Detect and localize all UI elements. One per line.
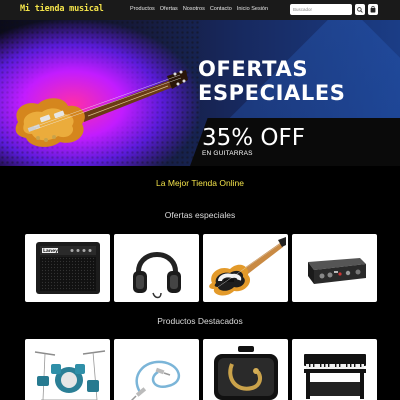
discount-subtext: EN GUITARRAS: [202, 150, 253, 157]
product-card-saxophone[interactable]: [203, 339, 288, 400]
product-card-drum-kit[interactable]: [25, 339, 110, 400]
discount-text: 35% OFF: [202, 125, 305, 151]
guitar-amplifier-icon: Laney: [35, 242, 100, 294]
digital-piano-icon: [303, 354, 366, 399]
electric-bass-icon: [208, 237, 286, 296]
instrument-cable-icon: [130, 360, 180, 400]
cart-button[interactable]: [368, 4, 378, 15]
product-card-audio-interface[interactable]: [292, 234, 377, 302]
search-icon: [357, 6, 363, 13]
nav-link-login[interactable]: Inicio Sesión: [237, 6, 268, 12]
nav-link-contacto[interactable]: Contacto: [210, 6, 232, 12]
offers-section-title: Ofertas especiales: [164, 210, 236, 220]
nav-links: Productos Ofertas Nosotros Contacto Inic…: [130, 6, 268, 12]
offers-grid: Laney: [25, 234, 377, 302]
brand-logo[interactable]: Mi tienda musical: [20, 4, 104, 14]
hero-title-line1: OFERTAS: [198, 57, 309, 81]
hero-title-line2: ESPECIALES: [198, 81, 346, 105]
product-card-headphones[interactable]: [114, 234, 199, 302]
product-card-cable[interactable]: [114, 339, 199, 400]
headphones-icon: [132, 252, 181, 299]
featured-grid: [25, 339, 377, 400]
product-card-bass[interactable]: [203, 234, 288, 302]
audio-interface-icon: [307, 258, 366, 284]
featured-section-title: Productos Destacados: [157, 316, 243, 326]
hero-banner[interactable]: OFERTAS ESPECIALES 35% OFF EN GUITARRAS: [0, 20, 400, 166]
nav-link-ofertas[interactable]: Ofertas: [160, 6, 178, 12]
shopping-bag-icon: [370, 6, 376, 13]
tagline: La Mejor Tienda Online: [156, 178, 244, 188]
amplifier-brand-text: Laney: [43, 248, 58, 254]
nav-link-productos[interactable]: Productos: [130, 6, 155, 12]
search-button[interactable]: [355, 4, 365, 15]
search-input[interactable]: [290, 4, 352, 15]
electric-guitar-image: [15, 70, 188, 147]
product-card-amplifier[interactable]: Laney: [25, 234, 110, 302]
navbar: Mi tienda musical Productos Ofertas Noso…: [0, 0, 400, 20]
product-card-piano[interactable]: [292, 339, 377, 400]
saxophone-case-icon: [213, 346, 278, 400]
drum-kit-icon: [34, 350, 105, 400]
nav-link-nosotros[interactable]: Nosotros: [183, 6, 205, 12]
hero-title: OFERTAS ESPECIALES: [198, 57, 346, 105]
